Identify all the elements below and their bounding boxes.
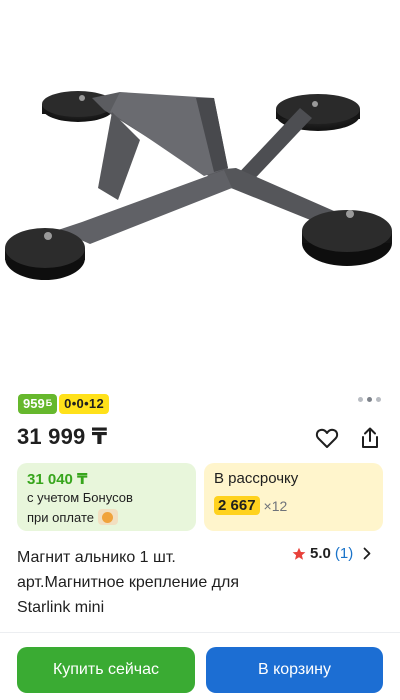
gallery-dot — [358, 397, 363, 402]
installment-badge: 0•0•12 — [59, 394, 109, 414]
bonus-price-card[interactable]: 31 040 ₸ с учетом Бонусов при оплате — [17, 463, 196, 531]
chevron-right-icon — [363, 547, 371, 560]
share-button[interactable] — [357, 425, 383, 451]
product-price: 31 999 ₸ — [17, 424, 108, 449]
bonus-price-line2-row: при оплате — [27, 509, 118, 525]
share-icon — [362, 427, 378, 448]
product-image — [5, 91, 392, 280]
product-title: Магнит альнико 1 шт. арт.Магнитное крепл… — [17, 549, 240, 616]
installment-card[interactable]: В рассрочку 2 667 ×12 — [204, 463, 383, 531]
favorite-button[interactable] — [314, 425, 340, 451]
bonus-badge-unit: Б — [45, 398, 53, 408]
product-image-gallery[interactable] — [0, 0, 400, 372]
buy-now-button[interactable]: Купить сейчас — [17, 647, 195, 693]
promo-badges: 959Б 0•0•12 — [18, 394, 109, 414]
bonus-price-line2: при оплате — [27, 509, 94, 525]
add-to-cart-button[interactable]: В корзину — [206, 647, 383, 693]
bonus-price-line1: с учетом Бонусов — [27, 490, 133, 505]
bonus-price-amount: 31 040 ₸ — [27, 471, 88, 488]
gallery-dot-active — [367, 397, 372, 402]
installment-monthly: 2 667 — [214, 496, 260, 515]
gallery-pagination — [358, 397, 381, 402]
gallery-dot — [376, 397, 381, 402]
bonus-coin-icon — [97, 509, 118, 525]
rating-value: 5.0 — [310, 545, 331, 562]
bottom-action-bar: Купить сейчас В корзину — [0, 632, 400, 700]
star-icon — [292, 547, 306, 560]
heart-icon — [315, 428, 339, 448]
bonus-badge-value: 959 — [23, 396, 45, 411]
installment-title: В рассрочку — [214, 470, 299, 487]
installment-multiplier: ×12 — [263, 497, 288, 514]
bonus-badge: 959Б — [18, 394, 58, 414]
installment-payment-row: 2 667 ×12 — [214, 496, 287, 515]
rating-link[interactable]: 5.0 (1) — [292, 545, 371, 562]
rating-count: (1) — [334, 545, 354, 562]
